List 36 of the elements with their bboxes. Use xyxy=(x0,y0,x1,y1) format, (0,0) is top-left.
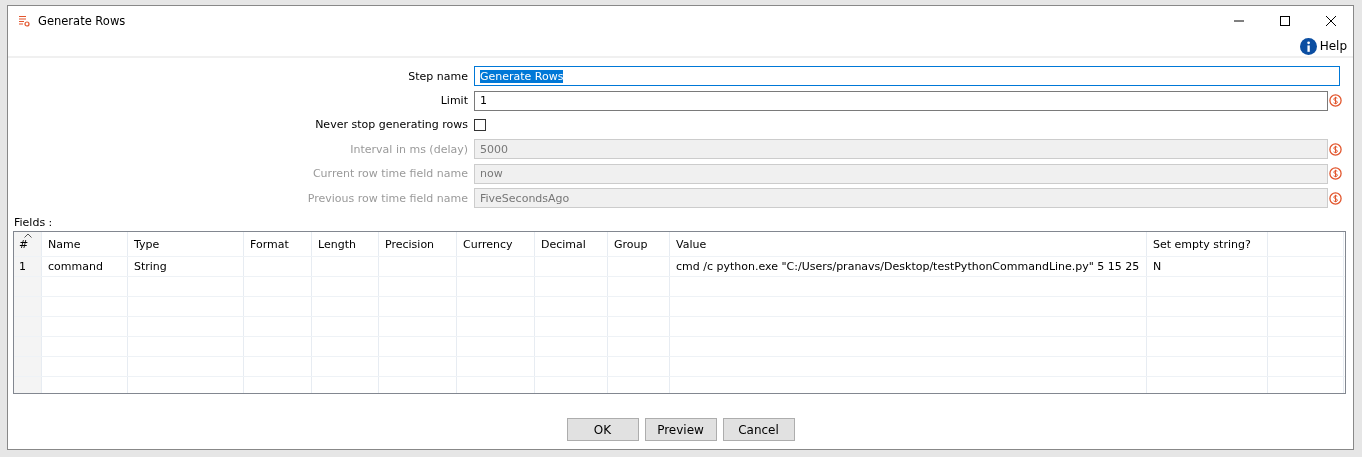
field-label: Limit xyxy=(439,94,469,108)
table-cell: command xyxy=(48,260,103,274)
close-icon[interactable] xyxy=(1325,15,1337,27)
text-field[interactable]: Generate Rows xyxy=(474,66,1340,87)
field-label: Never stop generating rows xyxy=(314,118,469,132)
field-label: Previous row time field name xyxy=(306,191,469,205)
step-icon xyxy=(18,15,30,27)
sort-caret-icon xyxy=(24,233,32,239)
column-header[interactable]: Currency xyxy=(463,237,513,251)
column-header[interactable]: Format xyxy=(250,237,289,251)
help-link[interactable]: Help xyxy=(1299,36,1347,56)
row-number-cell: 1 xyxy=(14,257,42,277)
column-header[interactable]: Type xyxy=(134,237,160,251)
section-label: Fields : xyxy=(13,215,54,232)
column-header[interactable]: Name xyxy=(48,237,81,251)
text-field[interactable]: 1 xyxy=(474,90,1328,111)
field-label: Step name xyxy=(407,69,469,83)
column-header[interactable]: # xyxy=(14,232,42,257)
column-header[interactable]: Value xyxy=(676,237,707,251)
table-cell: String xyxy=(134,260,167,274)
maximize-icon[interactable] xyxy=(1279,15,1291,27)
field-label: Current row time field name xyxy=(311,167,469,181)
checkbox[interactable] xyxy=(474,118,486,131)
column-header[interactable]: Group xyxy=(614,237,648,251)
column-header[interactable]: Length xyxy=(318,237,356,251)
dialog-button[interactable]: Preview xyxy=(644,418,717,442)
column-header[interactable]: Set empty string? xyxy=(1153,237,1251,251)
column-header[interactable]: Decimal xyxy=(541,237,586,251)
field-label: Interval in ms (delay) xyxy=(349,142,469,156)
table-cell: N xyxy=(1153,260,1162,274)
window-title: Generate Rows xyxy=(38,14,126,28)
column-header[interactable]: Precision xyxy=(385,237,435,251)
info-icon xyxy=(1299,37,1317,55)
table-cell: cmd /c python.exe "C:/Users/pranavs/Desktop/testPythonCommandLine.py" 5 15 25 xyxy=(676,260,1140,274)
dialog-button[interactable]: Cancel xyxy=(722,418,795,442)
dialog-button[interactable]: OK xyxy=(566,418,639,442)
